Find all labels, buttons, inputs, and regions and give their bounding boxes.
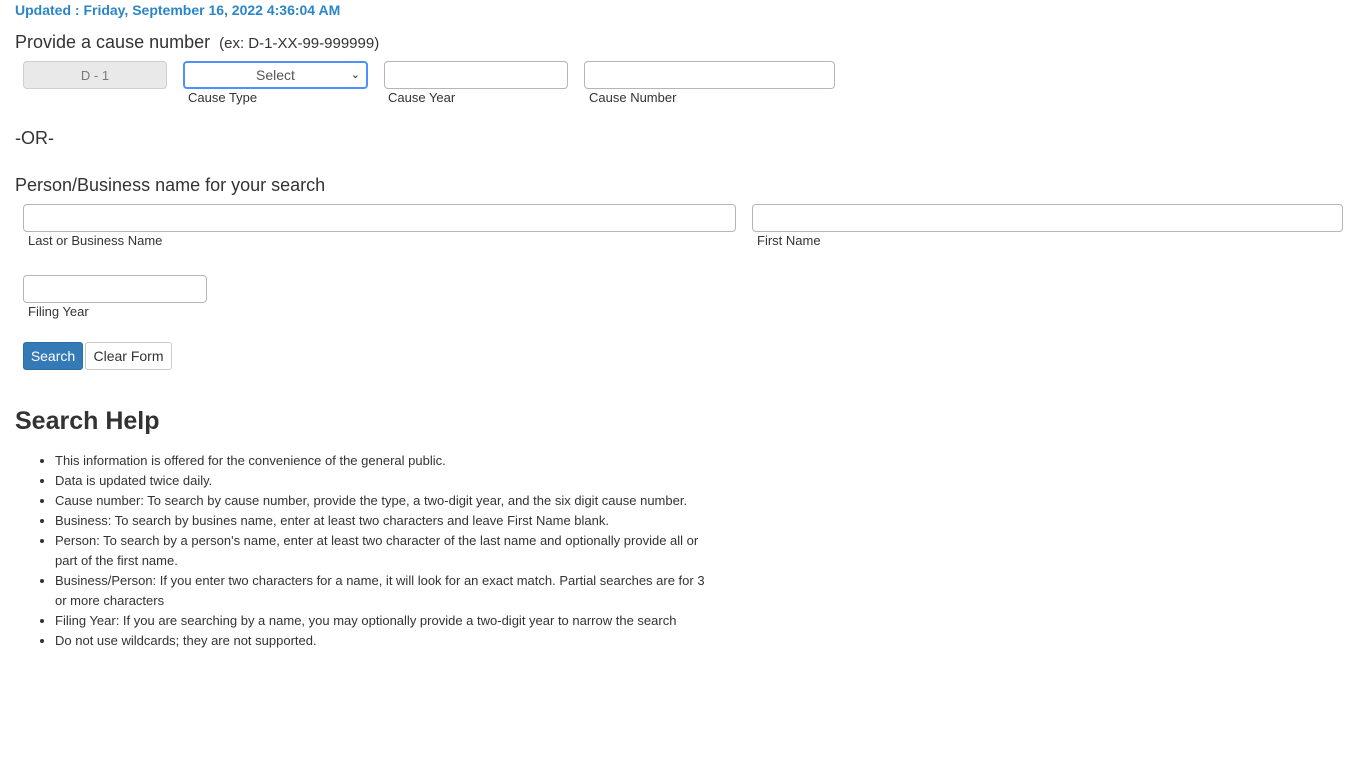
list-item: Business: To search by busines name, ent… xyxy=(55,511,715,531)
cause-type-label: Cause Type xyxy=(188,90,258,105)
list-item: Do not use wildcards; they are not suppo… xyxy=(55,631,715,651)
cause-year-input[interactable] xyxy=(384,61,568,89)
or-separator: -OR- xyxy=(15,128,54,148)
page: Updated : Friday, September 16, 2022 4:3… xyxy=(0,0,1366,768)
last-business-name-label: Last or Business Name xyxy=(28,233,163,248)
filing-year-label: Filing Year xyxy=(28,304,89,319)
last-business-name-input[interactable] xyxy=(23,204,736,232)
cause-number-input[interactable] xyxy=(584,61,835,89)
search-help-list: This information is offered for the conv… xyxy=(15,451,715,651)
clear-form-button[interactable]: Clear Form xyxy=(85,342,172,370)
person-business-heading: Person/Business name for your search xyxy=(15,175,326,195)
search-button[interactable]: Search xyxy=(23,342,83,370)
cause-example-text: (ex: D-1-XX-99-999999) xyxy=(219,35,380,52)
list-item: Cause number: To search by cause number,… xyxy=(55,491,715,511)
list-item: Person: To search by a person's name, en… xyxy=(55,531,715,571)
list-item: Data is updated twice daily. xyxy=(55,471,715,491)
filing-year-input[interactable] xyxy=(23,275,207,303)
cause-year-label: Cause Year xyxy=(388,90,456,105)
cause-type-select[interactable]: Select ⌄ xyxy=(183,61,368,89)
cause-number-heading: Provide a cause number (ex: D-1-XX-99-99… xyxy=(15,32,379,53)
updated-timestamp: Updated : Friday, September 16, 2022 4:3… xyxy=(15,2,341,18)
first-name-label: First Name xyxy=(757,233,821,248)
cause-number-label: Cause Number xyxy=(589,90,677,105)
list-item: Business/Person: If you enter two charac… xyxy=(55,571,715,611)
first-name-input[interactable] xyxy=(752,204,1343,232)
list-item: Filing Year: If you are searching by a n… xyxy=(55,611,715,631)
list-item: This information is offered for the conv… xyxy=(55,451,715,471)
cause-prefix-field: D - 1 xyxy=(23,61,167,89)
cause-heading-text: Provide a cause number xyxy=(15,32,211,52)
cause-type-selected: Select xyxy=(256,67,295,83)
search-help-title: Search Help xyxy=(15,407,160,435)
chevron-down-icon: ⌄ xyxy=(350,69,360,81)
